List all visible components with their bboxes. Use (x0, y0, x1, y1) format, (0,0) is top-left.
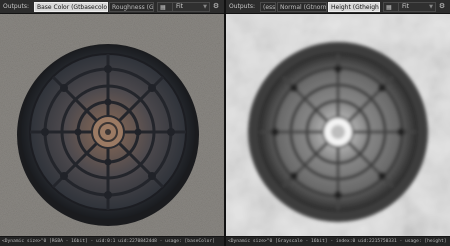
chevron-down-icon: ▼ (203, 4, 207, 10)
output-tab-roughness[interactable]: Roughness (G (109, 2, 154, 12)
outputs-label: Outputs: (229, 3, 255, 10)
output-tab-height[interactable]: Height (Gtheight) (328, 2, 380, 12)
right-image-viewport[interactable] (226, 14, 450, 236)
left-image-viewport[interactable] (0, 14, 224, 236)
output-tab-normal[interactable]: Normal (Gtnormal) (277, 2, 327, 12)
overlay-menu-icon[interactable]: ⚙ (209, 2, 223, 12)
left-2d-view-panel: Outputs: Base Color (Gtbasecolor) Roughn… (0, 0, 224, 246)
right-status-bar: <Dynamic size>"0 [Grayscale - 16bit] - i… (226, 236, 450, 246)
height-lid (248, 42, 428, 222)
overlay-menu-icon[interactable]: ⚙ (435, 2, 449, 12)
zoom-select[interactable]: Fit ▼ (172, 2, 210, 12)
manhole-basecolor-image (0, 14, 224, 236)
left-view-toolbar: Outputs: Base Color (Gtbasecolor) Roughn… (0, 0, 224, 14)
outputs-label: Outputs: (3, 3, 29, 10)
zoom-value: Fit (176, 3, 184, 10)
output-tab-base-color[interactable]: Base Color (Gtbasecolor) (34, 2, 108, 12)
right-view-toolbar: Outputs: (ess) Normal (Gtnormal) Height … (226, 0, 450, 14)
output-tab-roughness-partial[interactable]: (ess) (260, 2, 276, 12)
left-status-bar: <Dynamic size>"0 [RGBA - 16bit] - uid:0:… (0, 236, 224, 246)
right-2d-view-panel: Outputs: (ess) Normal (Gtnormal) Height … (226, 0, 450, 246)
zoom-select[interactable]: Fit ▼ (398, 2, 436, 12)
chevron-down-icon: ▼ (429, 4, 433, 10)
manhole-height-image (226, 14, 450, 236)
zoom-value: Fit (402, 3, 410, 10)
grayscale-channel-icon: ▦ (386, 4, 392, 11)
rgb-channel-icon: ▦ (160, 4, 166, 11)
